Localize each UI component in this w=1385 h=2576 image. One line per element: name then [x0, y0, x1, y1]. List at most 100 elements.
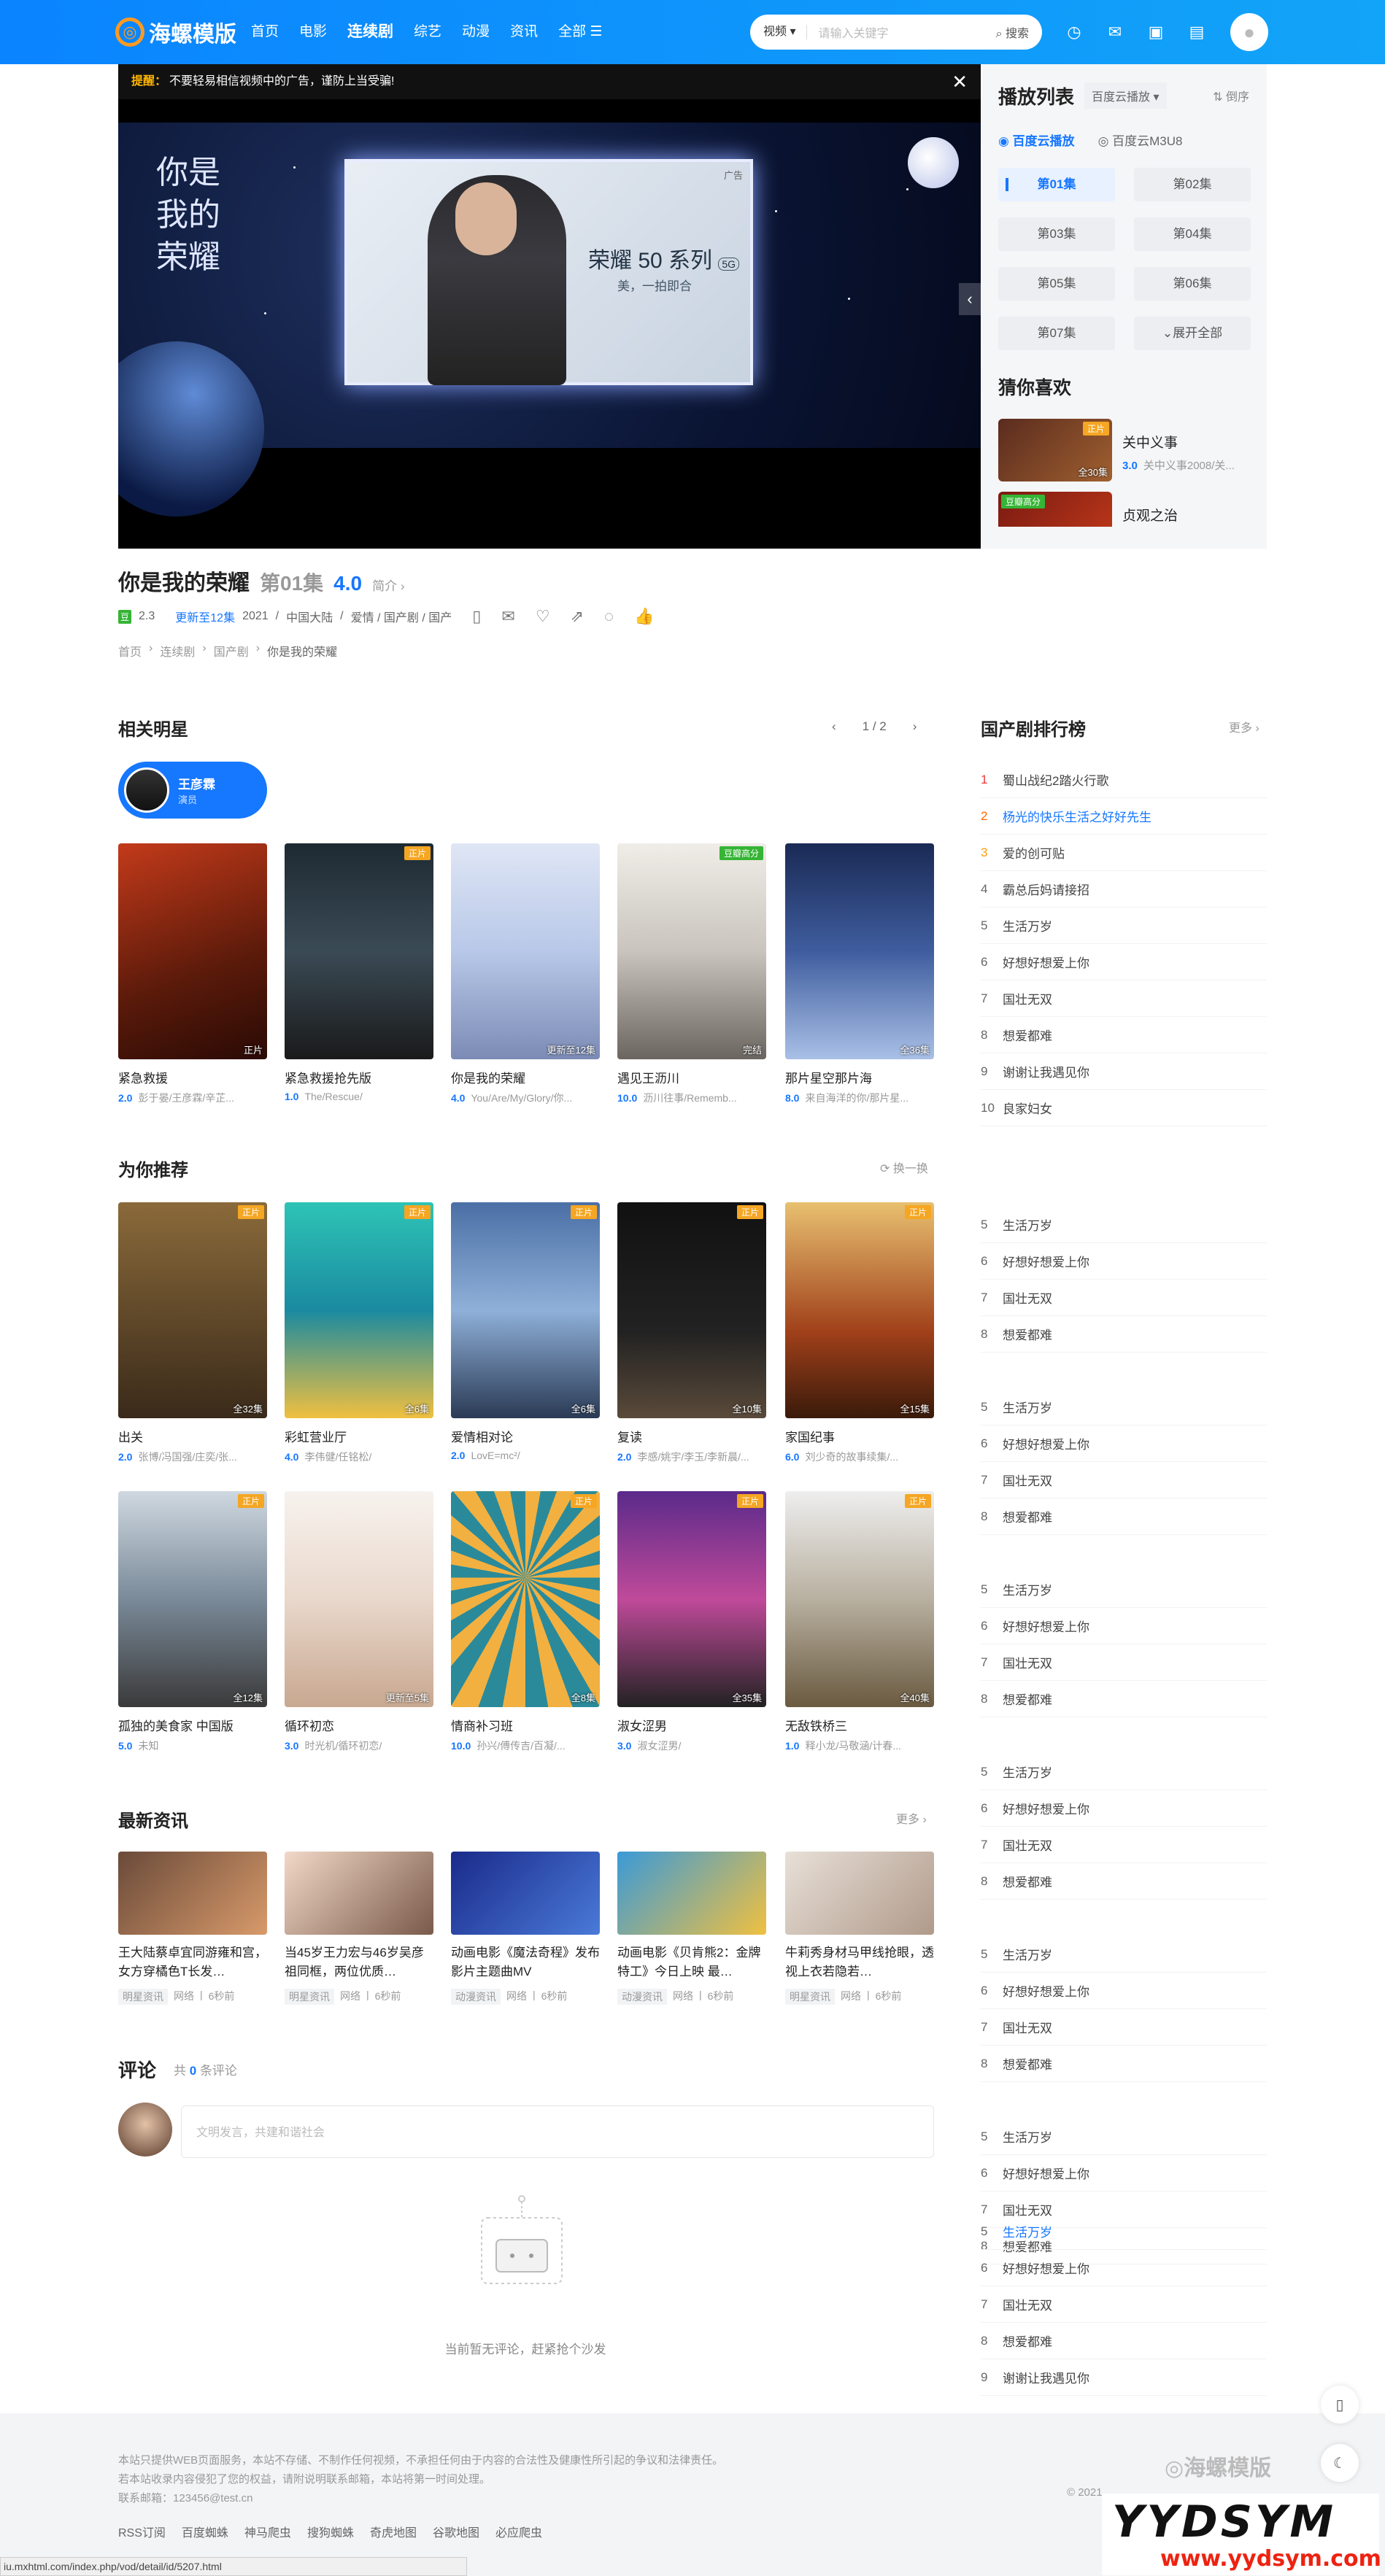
- favorite-icon[interactable]: ♡: [536, 607, 550, 626]
- rank-item[interactable]: 7 国壮无双: [981, 980, 1267, 1017]
- rank-item[interactable]: 7 国壮无双: [981, 1462, 1267, 1498]
- rank-item[interactable]: 7 国壮无双: [981, 1280, 1267, 1316]
- phone-icon[interactable]: ▯: [472, 607, 481, 626]
- episode-button[interactable]: 第01集: [998, 168, 1115, 201]
- news-card[interactable]: 牛莉秀身材马甲线抢眼，透视上衣若隐若… 明星资讯 网络 | 6秒前: [785, 1852, 934, 2005]
- share-icon[interactable]: ⇗: [571, 607, 584, 626]
- rank-item[interactable]: 2 杨光的快乐生活之好好先生: [981, 798, 1267, 835]
- rank-item[interactable]: 8 想爱都难: [981, 1681, 1267, 1717]
- rank-item[interactable]: 1 蜀山战纪2踏火行歌: [981, 762, 1267, 798]
- dark-mode-icon[interactable]: ☾: [1321, 2444, 1359, 2482]
- rank-item[interactable]: 6 好想好想爱上你: [981, 1243, 1267, 1280]
- footer-link[interactable]: 搜狗蜘蛛: [307, 2523, 354, 2540]
- rank-more-link[interactable]: 更多 ›: [1229, 718, 1259, 735]
- video-card[interactable]: 正片 全12集 孤独的美食家 中国版 5.0 未知: [118, 1491, 267, 1753]
- like-icon[interactable]: 👍: [634, 607, 654, 626]
- episode-button[interactable]: 第03集: [998, 217, 1115, 251]
- video-card[interactable]: 正片 全6集 爱情相对论 2.0 LovE=mc²/: [451, 1202, 600, 1461]
- wechat-share-icon[interactable]: ✉: [501, 607, 514, 626]
- footer-link[interactable]: RSS订阅: [118, 2523, 166, 2540]
- rank-item[interactable]: 7 国壮无双: [981, 2009, 1267, 2046]
- source-select[interactable]: 百度云播放 ▾: [1084, 82, 1167, 109]
- guess-item[interactable]: 豆瓣高分 贞观之治: [998, 492, 1249, 527]
- rank-item[interactable]: 9 谢谢让我遇见你: [981, 1053, 1267, 1090]
- rank-item[interactable]: 5 生活万岁: [981, 2119, 1267, 2155]
- rank-item[interactable]: 6 好想好想爱上你: [981, 1973, 1267, 2009]
- rank-item[interactable]: 6 好想好想爱上你: [981, 2250, 1267, 2286]
- video-card[interactable]: 正片 紧急救援 2.0 彭于晏/王彦霖/辛芷...: [118, 843, 267, 1105]
- video-card[interactable]: 正片 紧急救援抢先版 1.0 The/Rescue/: [285, 843, 433, 1102]
- video-card[interactable]: 正片 全32集 出关 2.0 张博/冯国强/庄奕/张...: [118, 1202, 267, 1464]
- expand-all-button[interactable]: ⌄展开全部: [1134, 317, 1251, 350]
- crumb-domestic[interactable]: 国产剧: [214, 642, 249, 660]
- rank-item[interactable]: 7 国壮无双: [981, 2286, 1267, 2323]
- comment-input[interactable]: 文明发言，共建和谐社会: [181, 2105, 934, 2158]
- nav-all[interactable]: 全部 ☰: [548, 18, 612, 47]
- nav-news[interactable]: 资讯: [500, 18, 548, 47]
- rank-item[interactable]: 7 国壮无双: [981, 1644, 1267, 1681]
- player-ad[interactable]: 你是我的荣耀 荣耀 50 系列 5G 美，一拍即合 广告: [118, 123, 981, 517]
- episode-button[interactable]: 第05集: [998, 267, 1115, 301]
- comment-icon[interactable]: ◌: [604, 607, 614, 626]
- crumb-series[interactable]: 连续剧: [160, 642, 195, 660]
- rank-item[interactable]: 5 生活万岁: [981, 1571, 1267, 1608]
- collapse-arrow-icon[interactable]: ‹: [959, 283, 981, 315]
- rank-item[interactable]: 5 生活万岁: [981, 1754, 1267, 1790]
- star-chip[interactable]: 王彦霖 演员: [118, 762, 267, 819]
- video-card[interactable]: 正片 全15集 家国纪事 6.0 刘少奇的故事续集/...: [785, 1202, 934, 1464]
- video-card[interactable]: 正片 全35集 淑女涩男 3.0 淑女涩男/: [617, 1491, 766, 1753]
- rank-item[interactable]: 8 想爱都难: [981, 2046, 1267, 2082]
- nav-movie[interactable]: 电影: [289, 18, 337, 47]
- nav-series[interactable]: 连续剧: [337, 18, 404, 47]
- rank-item[interactable]: 8 想爱都难: [981, 1316, 1267, 1353]
- episode-button[interactable]: 第06集: [1134, 267, 1251, 301]
- rank-item[interactable]: 8 想爱都难: [981, 2323, 1267, 2359]
- footer-link[interactable]: 百度蜘蛛: [182, 2523, 228, 2540]
- rank-item[interactable]: 9 谢谢让我遇见你: [981, 2359, 1267, 2396]
- rank-item[interactable]: 6 好想好想爱上你: [981, 1790, 1267, 1827]
- rank-item[interactable]: 3 爱的创可贴: [981, 835, 1267, 871]
- video-card[interactable]: 正片 全6集 彩虹营业厅 4.0 李伟健/任铭松/: [285, 1202, 433, 1464]
- search-type-select[interactable]: 视频 ▾: [750, 25, 807, 39]
- news-card[interactable]: 当45岁王力宏与46岁吴彦祖同框，两位优质… 明星资讯 网络 | 6秒前: [285, 1852, 433, 2005]
- history-icon[interactable]: ◷: [1060, 18, 1089, 47]
- episode-button[interactable]: 第04集: [1134, 217, 1251, 251]
- user-avatar[interactable]: ●: [1230, 13, 1268, 51]
- refresh-button[interactable]: ⟳ 换一换: [880, 1159, 928, 1176]
- nav-variety[interactable]: 综艺: [404, 18, 452, 47]
- rank-item[interactable]: 5 生活万岁: [981, 1207, 1267, 1243]
- video-player[interactable]: 提醒： 不要轻易相信视频中的广告，谨防上当受骗! ✕ 你是我的荣耀 荣耀 50 系列…: [118, 64, 981, 549]
- rank-item[interactable]: 4 霸总后妈请接招: [981, 871, 1267, 908]
- footer-link[interactable]: 神马爬虫: [244, 2523, 291, 2540]
- close-icon[interactable]: ✕: [952, 64, 968, 99]
- video-card[interactable]: 正片 全40集 无敌铁桥三 1.0 释小龙/马敬涵/计春...: [785, 1491, 934, 1753]
- source-tab-baidu[interactable]: ◉ 百度云播放: [998, 131, 1075, 149]
- rank-item[interactable]: 6 好想好想爱上你: [981, 2155, 1267, 2192]
- rank-item[interactable]: 6 好想好想爱上你: [981, 1608, 1267, 1644]
- rank-item[interactable]: 5 生活万岁: [981, 1936, 1267, 1973]
- search-button[interactable]: ⌕ 搜索: [996, 23, 1042, 41]
- app-icon[interactable]: ▤: [1182, 18, 1211, 47]
- news-card[interactable]: 动画电影《贝肯熊2：金牌特工》今日上映 最… 动漫资讯 网络 | 6秒前: [617, 1852, 766, 2005]
- intro-link[interactable]: 简介 ›: [372, 576, 404, 594]
- rank-item[interactable]: 6 好想好想爱上你: [981, 944, 1267, 980]
- news-more-link[interactable]: 更多 ›: [896, 1809, 927, 1827]
- site-logo[interactable]: ◎ 海螺模版: [115, 16, 236, 48]
- crumb-home[interactable]: 首页: [118, 642, 142, 660]
- footer-link[interactable]: 奇虎地图: [370, 2523, 417, 2540]
- footer-link[interactable]: 必应爬虫: [495, 2523, 542, 2540]
- mobile-icon[interactable]: ▯: [1321, 2386, 1359, 2424]
- news-card[interactable]: 动画电影《魔法奇程》发布影片主题曲MV 动漫资讯 网络 | 6秒前: [451, 1852, 600, 2005]
- video-card[interactable]: 更新至12集 你是我的荣耀 4.0 You/Are/My/Glory/你...: [451, 843, 600, 1105]
- rank-item[interactable]: 8 想爱都难: [981, 1863, 1267, 1900]
- search-input[interactable]: 请输入关键字: [807, 23, 996, 41]
- order-toggle[interactable]: ⇅ 倒序: [1213, 87, 1249, 104]
- video-card[interactable]: 全36集 那片星空那片海 8.0 来自海洋的你/那片星...: [785, 843, 934, 1105]
- rank-item[interactable]: 5 生活万岁: [981, 2213, 1267, 2250]
- next-icon[interactable]: ›: [913, 719, 917, 734]
- video-card[interactable]: 正片 全10集 复读 2.0 李感/姚宇/李玉/李新晨/...: [617, 1202, 766, 1464]
- news-card[interactable]: 王大陆蔡卓宜同游雍和宫，女方穿橘色T长发… 明星资讯 网络 | 6秒前: [118, 1852, 267, 2005]
- prev-icon[interactable]: ‹: [832, 719, 836, 734]
- rank-item[interactable]: 8 想爱都难: [981, 1498, 1267, 1535]
- source-tab-m3u8[interactable]: ◎ 百度云M3U8: [1098, 131, 1183, 149]
